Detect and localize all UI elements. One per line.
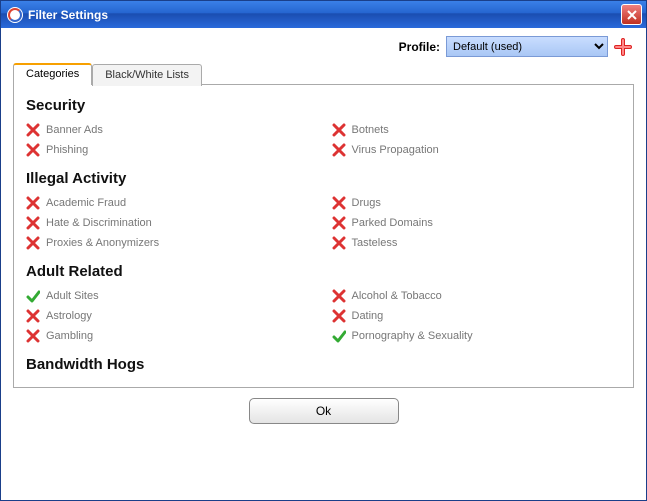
category-label: Virus Propagation [352,144,439,156]
category-label: Pornography & Sexuality [352,330,473,342]
category-item[interactable]: Academic Fraud [26,195,322,211]
titlebar: Filter Settings [1,1,646,28]
cross-icon [332,309,346,323]
cross-icon [26,309,40,323]
category-item[interactable]: Astrology [26,308,322,324]
profile-label: Profile: [399,40,440,54]
cross-icon [26,216,40,230]
category-label: Botnets [352,124,389,136]
tab-label: Categories [26,68,79,80]
category-grid: Academic Fraud Drugs Hate & Discrimination… [26,195,627,251]
check-icon [332,329,346,343]
category-label: Alcohol & Tobacco [352,290,442,302]
category-item[interactable]: Virus Propagation [332,142,628,158]
cross-icon [26,143,40,157]
tab-label: Black/White Lists [105,69,189,81]
category-label: Banner Ads [46,124,103,136]
cross-icon [26,123,40,137]
tabs: Categories Black/White Lists [13,63,634,85]
category-label: Drugs [352,197,381,209]
category-label: Adult Sites [46,290,99,302]
category-item[interactable]: Tasteless [332,235,628,251]
category-item[interactable]: Alcohol & Tobacco [332,288,628,304]
category-grid: Adult Sites Alcohol & Tobacco Astrology Dat… [26,288,627,344]
tab-panel: Security Banner Ads Botnets Phishing Virus P… [13,84,634,388]
close-icon [627,10,637,20]
group-heading: Security [26,97,627,114]
app-icon [7,7,23,23]
group-heading: Bandwidth Hogs [26,356,627,373]
category-item[interactable]: Gambling [26,328,322,344]
group-heading: Illegal Activity [26,170,627,187]
profile-select[interactable]: Default (used) [446,36,608,57]
category-label: Astrology [46,310,92,322]
category-item[interactable]: Proxies & Anonymizers [26,235,322,251]
tab-categories[interactable]: Categories [13,63,92,85]
category-label: Academic Fraud [46,197,126,209]
category-label: Parked Domains [352,217,433,229]
ok-button[interactable]: Ok [249,398,399,424]
cross-icon [26,196,40,210]
category-item[interactable]: Hate & Discrimination [26,215,322,231]
categories-scroll[interactable]: Security Banner Ads Botnets Phishing Virus P… [14,85,633,387]
window-title: Filter Settings [28,8,108,22]
cross-icon [332,216,346,230]
close-button[interactable] [621,4,642,25]
category-item[interactable]: Pornography & Sexuality [332,328,628,344]
cross-icon [332,236,346,250]
category-grid: Banner Ads Botnets Phishing Virus Propagati… [26,122,627,158]
cross-icon [332,143,346,157]
tab-black-white-lists[interactable]: Black/White Lists [92,64,202,86]
category-item[interactable]: Banner Ads [26,122,322,138]
profile-row: Profile: Default (used) [13,36,634,57]
cross-icon [332,289,346,303]
cross-icon [332,196,346,210]
category-label: Proxies & Anonymizers [46,237,159,249]
category-item[interactable]: Phishing [26,142,322,158]
category-item[interactable]: Parked Domains [332,215,628,231]
category-label: Tasteless [352,237,398,249]
category-item[interactable]: Dating [332,308,628,324]
cross-icon [26,329,40,343]
category-label: Phishing [46,144,88,156]
category-label: Dating [352,310,384,322]
category-item[interactable]: Adult Sites [26,288,322,304]
add-profile-button[interactable] [614,38,632,56]
group-heading: Adult Related [26,263,627,280]
category-label: Hate & Discrimination [46,217,152,229]
category-item[interactable]: Botnets [332,122,628,138]
cross-icon [26,236,40,250]
category-label: Gambling [46,330,93,342]
category-item[interactable]: Drugs [332,195,628,211]
cross-icon [332,123,346,137]
plus-icon [614,38,632,56]
footer: Ok [13,388,634,436]
check-icon [26,289,40,303]
